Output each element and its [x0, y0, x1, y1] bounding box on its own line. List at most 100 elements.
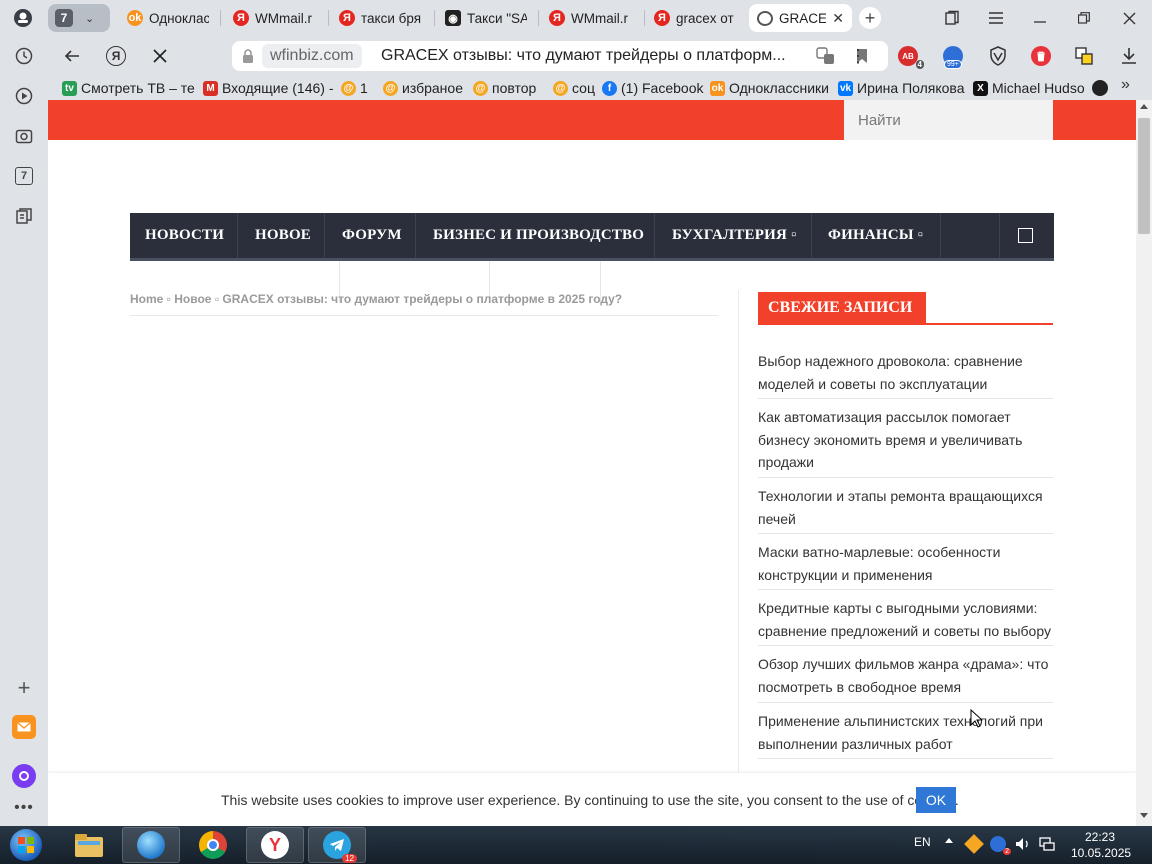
add-panel-icon[interactable]: +	[12, 675, 36, 700]
main-navigation: НОВОСТИ НОВОЕ ФОРУМ БИЗНЕС И ПРОИЗВОДСТВ…	[130, 213, 1054, 261]
scroll-up-arrow-icon[interactable]	[1140, 104, 1148, 109]
more-vertical-icon[interactable]: ⋮	[846, 44, 870, 68]
chrome-taskbar-icon[interactable]	[184, 827, 242, 863]
random-post-icon[interactable]	[1018, 228, 1033, 243]
close-tab-icon[interactable]: ✕	[832, 10, 844, 27]
new-tab-button[interactable]: +	[859, 7, 881, 29]
page-scrollbar[interactable]	[1136, 100, 1152, 826]
yandex-icon: Я	[654, 10, 670, 26]
more-bookmarks-icon[interactable]: »	[1121, 76, 1130, 94]
history-icon[interactable]	[12, 44, 36, 68]
recent-post-link[interactable]: Технологии и этапы ремонта вращающихся п…	[758, 485, 1053, 530]
nav-item-finance[interactable]: ФИНАНСЫ ▫	[828, 213, 923, 258]
adblock-extension-icon[interactable]: AB 4	[897, 45, 924, 69]
breadcrumb[interactable]: Home ▫ Новое ▫ GRACEX отзывы: что думают…	[130, 292, 718, 306]
translate-icon[interactable]	[816, 47, 836, 65]
bookmark-item[interactable]: f (1) Facebook	[602, 78, 703, 98]
tab[interactable]: ◉ Такси "SA	[437, 4, 535, 32]
tab[interactable]: GRACE ✕	[749, 4, 852, 32]
tab-label: такси бря	[361, 10, 422, 26]
clock-date[interactable]: 10.05.2025	[1071, 846, 1131, 860]
notes-icon[interactable]	[12, 204, 36, 228]
tab[interactable]: Я WMmail.r	[541, 4, 641, 32]
recent-post-link[interactable]: Выбор надежного дровокола: сравнение мод…	[758, 350, 1053, 395]
close-window-icon[interactable]	[1117, 6, 1141, 30]
cookie-ok-button[interactable]: OK	[916, 787, 956, 813]
recent-post-link[interactable]: Маски ватно-марлевые: особенности констр…	[758, 541, 1053, 586]
play-icon[interactable]	[12, 84, 36, 108]
telegram-taskbar-icon[interactable]: 12	[308, 827, 366, 863]
shield-extension-icon[interactable]	[987, 45, 1009, 67]
menu-icon[interactable]	[984, 6, 1008, 30]
ie-taskbar-icon[interactable]	[122, 827, 180, 863]
recent-post-link[interactable]: Кредитные карты с выгодными условиями: с…	[758, 597, 1053, 642]
odnoklassniki-icon: ok	[127, 10, 143, 26]
show-hidden-icons-icon[interactable]	[945, 838, 953, 843]
more-dots-icon[interactable]: •••	[12, 796, 36, 820]
nav-item-business[interactable]: БИЗНЕС И ПРОИЗВОДСТВО	[433, 213, 644, 258]
nav-item-forum[interactable]: ФОРУМ	[342, 213, 402, 258]
mail-extension-icon[interactable]: 99+	[942, 45, 964, 69]
clock-time[interactable]: 22:23	[1085, 830, 1115, 844]
nav-item-accounting[interactable]: БУХГАЛТЕРИЯ ▫	[672, 213, 797, 258]
bookmark-item[interactable]: tv Смотреть ТВ – те	[62, 78, 195, 98]
page-viewport: Найти НОВОСТИ НОВОЕ ФОРУМ БИЗНЕС И ПРОИЗ…	[48, 100, 1136, 826]
tray-yandex-icon[interactable]: 2	[990, 836, 1011, 855]
screenshot-icon[interactable]	[12, 124, 36, 148]
domain-chip[interactable]: wfinbiz.com	[262, 44, 362, 68]
tab[interactable]: Яgracex от	[646, 4, 742, 32]
recent-post-link[interactable]: Как автоматизация рассылок помогает бизн…	[758, 406, 1053, 474]
search-input[interactable]: Найти	[844, 100, 1053, 140]
clock-extension-icon[interactable]	[1092, 80, 1108, 96]
yandex-home-icon[interactable]: Я	[104, 44, 128, 68]
yandex-icon: Я	[549, 10, 565, 26]
start-button[interactable]	[4, 827, 48, 863]
bookmark-item[interactable]: vk Ирина Полякова	[838, 78, 965, 98]
bookmark-label: повтор	[492, 80, 537, 96]
lock-icon[interactable]	[242, 48, 254, 64]
bookmark-item[interactable]: @1	[341, 78, 368, 98]
download-icon[interactable]	[1118, 45, 1140, 67]
language-indicator[interactable]: EN	[914, 835, 931, 849]
bookmark-item[interactable]: ok Одноклассники	[710, 78, 829, 98]
bookmark-item[interactable]: M Входящие (146) -	[203, 78, 334, 98]
taskbar: Y 12 EN 2 22:23 10.05.2025	[0, 826, 1152, 864]
bookmark-item[interactable]: @ повтор	[473, 78, 536, 98]
tab-label: GRACE	[779, 10, 827, 26]
minimize-icon[interactable]	[1028, 6, 1052, 30]
puzzle-extension-icon[interactable]	[1073, 45, 1095, 67]
recent-post-link[interactable]: Применение альпинистских технологий при …	[758, 710, 1053, 755]
nav-divider	[999, 213, 1000, 258]
scrollbar-thumb[interactable]	[1138, 118, 1150, 234]
bookmark-item[interactable]: X Michael Hudso	[973, 78, 1085, 98]
collections-icon[interactable]	[940, 6, 964, 30]
yandex-browser-taskbar-icon[interactable]: Y	[246, 827, 304, 863]
back-arrow-icon[interactable]	[60, 44, 84, 68]
widget-title-underline	[758, 323, 1053, 325]
tray-app-icon[interactable]	[964, 834, 984, 854]
scroll-down-arrow-icon[interactable]	[1140, 813, 1148, 818]
volume-icon[interactable]	[1015, 837, 1031, 851]
tab[interactable]: Ятакси бря	[331, 4, 431, 32]
trash-extension-icon[interactable]	[1030, 45, 1052, 67]
bookmark-item[interactable]: @ избраное	[383, 78, 463, 98]
restore-icon[interactable]	[1072, 6, 1096, 30]
explorer-taskbar-icon[interactable]	[60, 827, 118, 863]
taxi-icon: ◉	[445, 10, 461, 26]
alice-assistant-icon[interactable]	[12, 764, 36, 788]
nav-item-new[interactable]: НОВОЕ	[255, 213, 311, 258]
tab[interactable]: Я WMmail.r	[225, 4, 325, 32]
network-icon[interactable]	[1039, 837, 1055, 851]
seven-app-icon[interactable]: 7	[12, 164, 36, 188]
bookmark-item[interactable]: @ соц	[553, 78, 595, 98]
tab-separator	[538, 10, 539, 26]
bookmark-label: Michael Hudso	[992, 80, 1085, 96]
mail-app-icon[interactable]	[12, 715, 36, 739]
stop-loading-icon[interactable]	[148, 44, 172, 68]
nav-item-news[interactable]: НОВОСТИ	[145, 213, 224, 258]
recent-post-link[interactable]: Обзор лучших фильмов жанра «драма»: что …	[758, 653, 1053, 698]
tab-group-button[interactable]: 7 ⌄	[48, 4, 110, 32]
address-bar[interactable]: wfinbiz.com GRACEX отзывы: что думают тр…	[232, 41, 888, 71]
browser-logo-icon[interactable]	[10, 6, 36, 30]
tab[interactable]: ok Одноклас	[119, 4, 217, 32]
